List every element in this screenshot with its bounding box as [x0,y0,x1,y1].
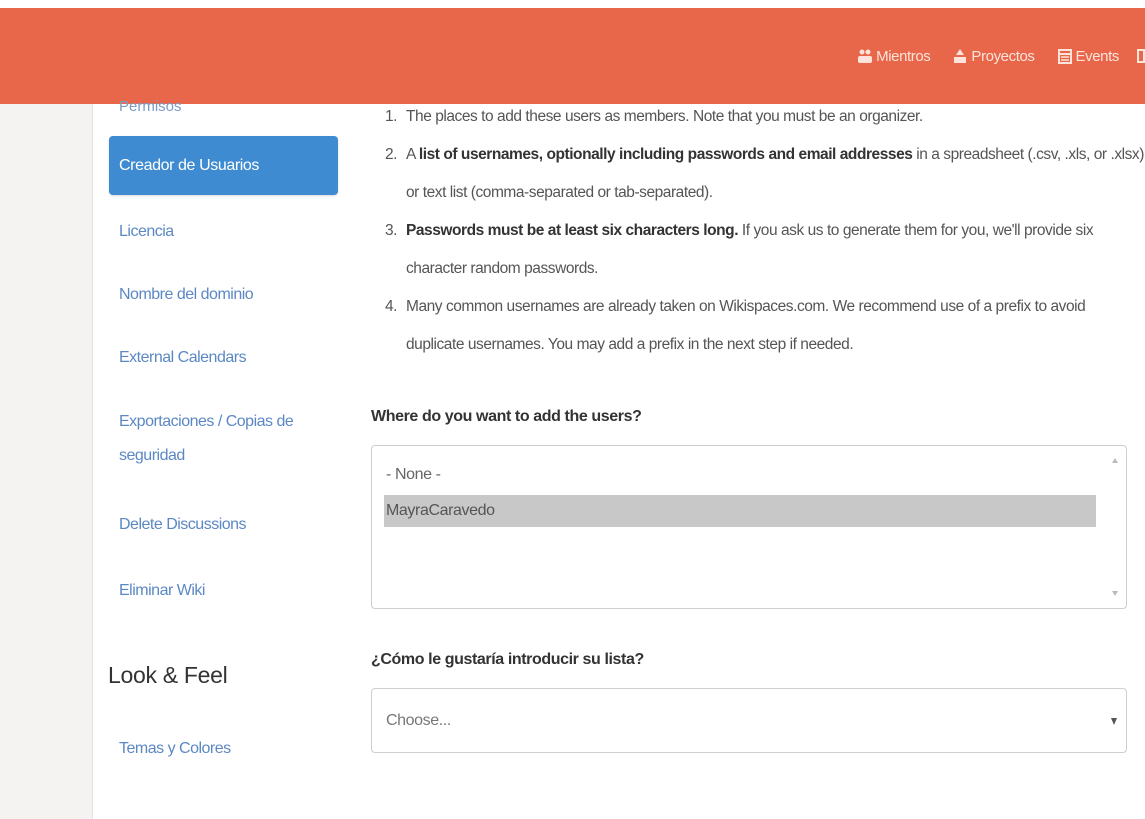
sidebar-item-themes-colors[interactable]: Temas y Colores [119,732,319,766]
nav-projects-label: Proyectos [971,47,1035,65]
where-label: Where do you want to add the users? [371,408,642,425]
instruction-number: 1. [385,108,398,125]
instruction-number: 4. [385,298,398,315]
scroll-down-icon[interactable] [1112,591,1118,596]
sidebar-section-heading: Look & Feel [108,662,228,688]
where-listbox[interactable]: - None - MayraCaravedo [371,445,1127,609]
how-select-value: Choose... [386,712,451,729]
nav-members-label: Mientros [876,47,931,65]
instruction-item: 4. Many common usernames are already tak… [385,288,1145,364]
left-gutter [0,104,92,819]
nav-overflow-icon[interactable] [1137,49,1145,63]
instruction-text: Many common usernames are already taken … [406,298,1086,353]
sidebar-item-license[interactable]: Licencia [119,215,319,249]
events-icon [1057,49,1072,64]
projects-icon [954,49,967,63]
instruction-item: 3. Passwords must be at least six charac… [385,212,1145,288]
instruction-list: 1. The places to add these users as memb… [385,98,1145,364]
instruction-bold: list of usernames, optionally including … [418,146,913,163]
how-select[interactable]: Choose... [371,688,1127,753]
instruction-number: 3. [385,222,398,239]
instruction-item: 2. A list of usernames, optionally inclu… [385,136,1145,212]
top-navbar: Mientros Proyectos Events [0,8,1145,104]
main-content: 1. The places to add these users as memb… [355,104,1145,819]
instruction-item: 1. The places to add these users as memb… [385,98,1145,136]
instruction-text: A [406,146,419,163]
instruction-number: 2. [385,146,398,163]
members-icon [858,49,873,63]
chevron-down-icon [1111,718,1117,725]
sidebar-item-user-creator[interactable]: Creador de Usuarios [109,136,338,195]
nav-events[interactable]: Events [1057,48,1119,65]
sidebar-item-exports-backups[interactable]: Exportaciones / Copias de seguridad [119,405,319,473]
nav-menu: Mientros Proyectos Events [835,44,1145,68]
sidebar-item-permissions[interactable]: Permisos [119,100,182,120]
instruction-text: The places to add these users as members… [406,108,923,125]
nav-projects[interactable]: Proyectos [952,47,1035,65]
nav-events-label: Events [1075,47,1120,65]
scroll-up-icon[interactable] [1112,458,1118,463]
where-option-selected[interactable]: MayraCaravedo [384,495,1096,527]
nav-members[interactable]: Mientros [857,47,931,65]
where-option-none[interactable]: - None - [386,466,441,484]
instruction-bold: Passwords must be at least six character… [406,222,739,239]
sidebar-item-delete-wiki[interactable]: Eliminar Wiki [119,574,319,608]
sidebar-item-delete-discussions[interactable]: Delete Discussions [119,508,319,542]
sidebar-item-external-calendars[interactable]: External Calendars [119,341,319,375]
top-strip [0,0,1145,8]
sidebar-item-domain-name[interactable]: Nombre del dominio [119,278,319,312]
settings-sidebar: Permisos Creador de Usuarios Licencia No… [93,100,355,819]
how-label: ¿Cómo le gustaría introducir su lista? [371,651,644,668]
